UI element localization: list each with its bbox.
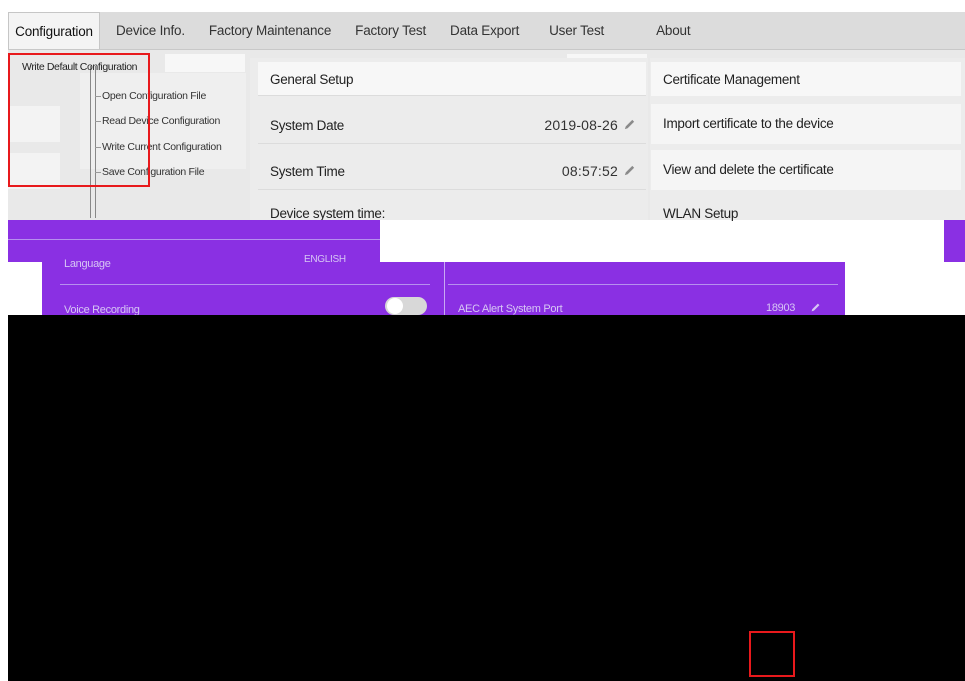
highlight-box-menu: [8, 53, 150, 187]
certificate-header: Certificate Management: [651, 62, 961, 96]
edit-pencil-icon[interactable]: [623, 164, 636, 177]
system-date-value: 2019-08-26: [544, 117, 618, 133]
edit-pencil-icon[interactable]: [623, 118, 636, 131]
system-time-label: System Time: [270, 164, 345, 179]
import-certificate-label: Import certificate to the device: [663, 116, 834, 131]
overlay-column-divider: [444, 262, 445, 315]
edit-pencil-icon[interactable]: [810, 302, 821, 313]
tab-user-test[interactable]: User Test: [531, 12, 616, 49]
voice-recording-toggle[interactable]: [385, 297, 427, 315]
tab-device-info[interactable]: Device Info.: [100, 12, 197, 49]
import-certificate-button[interactable]: Import certificate to the device: [651, 104, 961, 144]
aec-alert-label: AEC Alert System Port: [458, 303, 563, 315]
aec-alert-value: 18903: [766, 302, 796, 314]
general-setup-header: General Setup: [258, 62, 646, 96]
blank-black-region: [8, 315, 965, 681]
language-value: ENGLISH: [304, 254, 346, 265]
main-tab-bar: Configuration Device Info. Factory Maint…: [8, 12, 965, 50]
certificate-title: Certificate Management: [663, 72, 800, 87]
view-certificate-button[interactable]: View and delete the certificate: [651, 150, 961, 190]
overlay-band-right: [944, 220, 965, 262]
system-date-label: System Date: [270, 118, 344, 133]
tab-factory-test[interactable]: Factory Test: [343, 12, 438, 49]
left-panel-header: [165, 54, 245, 72]
language-label: Language: [64, 258, 111, 270]
general-setup-title: General Setup: [270, 72, 354, 87]
tab-about[interactable]: About: [616, 12, 702, 49]
system-time-value: 08:57:52: [561, 163, 618, 179]
overlay-divider: [448, 284, 838, 285]
system-date-row[interactable]: System Date 2019-08-26: [258, 106, 646, 144]
highlight-box-target: [749, 631, 795, 677]
overlay-divider: [8, 239, 380, 240]
tab-configuration[interactable]: Configuration: [8, 12, 100, 49]
device-time-label: Device system time:: [270, 206, 386, 221]
tab-data-export[interactable]: Data Export: [438, 12, 531, 49]
wlan-setup-header: WLAN Setup: [651, 198, 961, 221]
device-time-row: Device system time:: [258, 198, 646, 221]
overlay-divider: [60, 284, 430, 285]
view-certificate-label: View and delete the certificate: [663, 162, 834, 177]
tab-factory-maintenance[interactable]: Factory Maintenance: [197, 12, 343, 49]
wlan-setup-title: WLAN Setup: [663, 206, 739, 221]
system-time-row[interactable]: System Time 08:57:52: [258, 152, 646, 190]
app-window: Configuration Device Info. Factory Maint…: [0, 0, 965, 681]
